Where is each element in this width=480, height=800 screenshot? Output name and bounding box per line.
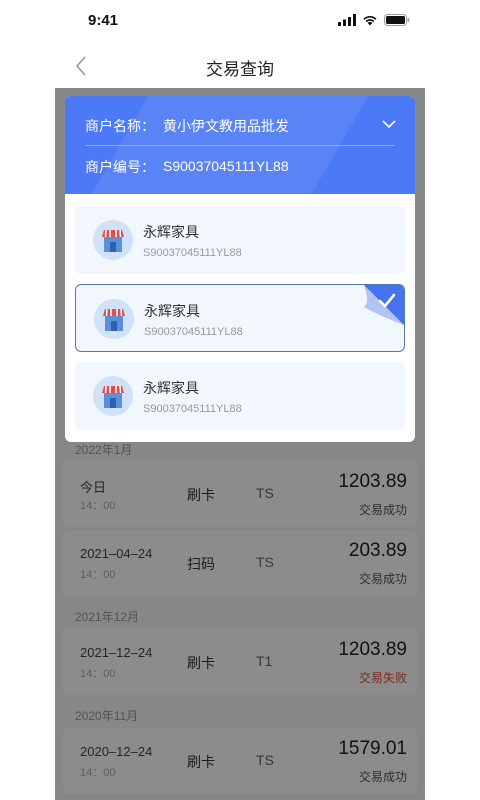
- merchant-code: S90037045111YL88: [143, 403, 242, 415]
- merchant-name: 永辉家具: [144, 304, 200, 320]
- page-title: 交易查询: [206, 60, 274, 80]
- status-icons: [338, 14, 410, 26]
- merchant-option[interactable]: 永辉家具 S90037045111YL88: [75, 362, 405, 430]
- checkmark-icon: [364, 285, 404, 325]
- store-icon: [94, 299, 134, 339]
- store-icon: [93, 376, 133, 416]
- merchant-option[interactable]: 永辉家具 S90037045111YL88: [75, 206, 405, 274]
- merchant-name-value: 黄小伊文教用品批发: [163, 119, 289, 135]
- cellular-signal-icon: [338, 14, 356, 26]
- merchant-dropdown: 商户名称： 黄小伊文教用品批发 商户编号： S90037045111YL88 永…: [65, 96, 415, 442]
- merchant-option-selected[interactable]: 永辉家具 S90037045111YL88: [75, 284, 405, 352]
- header-divider: [85, 145, 395, 146]
- merchant-name-label: 商户名称：: [85, 119, 155, 135]
- merchant-name: 永辉家具: [143, 225, 199, 241]
- merchant-code: S90037045111YL88: [144, 326, 243, 338]
- wifi-icon: [363, 15, 377, 26]
- merchant-code-label: 商户编号：: [85, 160, 155, 176]
- status-time: 9:41: [88, 12, 119, 29]
- merchant-selector-header[interactable]: 商户名称： 黄小伊文教用品批发 商户编号： S90037045111YL88: [65, 96, 415, 194]
- nav-bar: 交易查询: [55, 44, 425, 88]
- chevron-down-icon[interactable]: [381, 116, 397, 132]
- merchant-code: S90037045111YL88: [143, 247, 242, 259]
- store-icon: [93, 220, 133, 260]
- merchant-code-value: S90037045111YL88: [163, 158, 289, 174]
- status-bar: 9:41: [0, 0, 480, 44]
- merchant-name: 永辉家具: [143, 381, 199, 397]
- battery-icon: [384, 14, 410, 26]
- transaction-screen: 2022年1月 今日 14：00 刷卡 TS 1203.89 交易成功 2021…: [55, 88, 425, 800]
